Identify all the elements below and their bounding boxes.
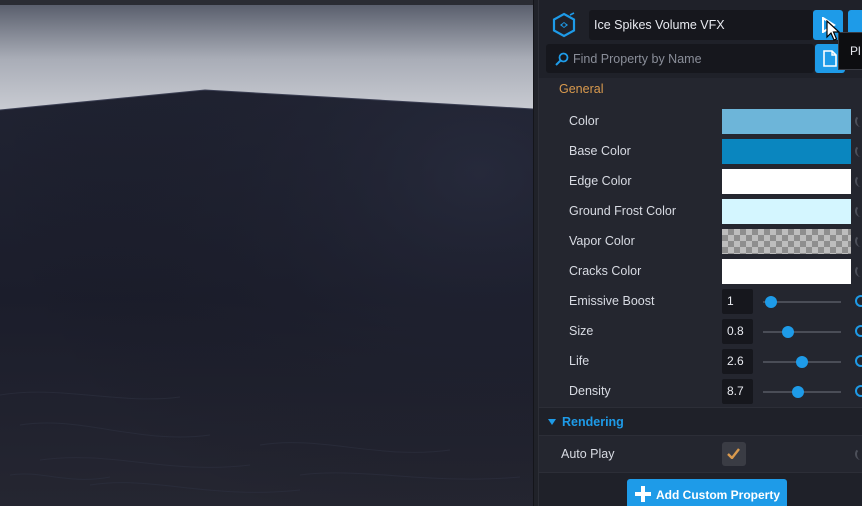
color-swatch-edge-color[interactable] [722, 169, 851, 194]
prop-label: Cracks Color [569, 264, 642, 278]
color-swatch-base-color[interactable] [722, 139, 851, 164]
section-general-label: General [559, 82, 604, 96]
slider-knob[interactable] [796, 356, 808, 368]
color-swatch-ground-frost-color[interactable] [722, 199, 851, 224]
properties-panel: Ice Spikes Volume VFX General Color [539, 0, 862, 506]
prop-label: Color [569, 114, 599, 128]
number-field-size[interactable]: 0.8 [722, 319, 753, 344]
prop-row-density: Density 8.7 [539, 376, 862, 406]
number-field-emissive-boost[interactable]: 1 [722, 289, 753, 314]
search-input[interactable] [573, 49, 808, 68]
section-rendering-label: Rendering [562, 415, 624, 429]
prop-label: Auto Play [561, 447, 615, 461]
prop-label: Ground Frost Color [569, 204, 676, 218]
prop-row-emissive-boost: Emissive Boost 1 [539, 286, 862, 316]
prop-row-auto-play: Auto Play [539, 440, 862, 468]
tooltip-text: Pl [850, 44, 861, 58]
slider-knob[interactable] [792, 386, 805, 398]
prop-row-vapor-color: Vapor Color [539, 226, 862, 256]
reset-icon[interactable] [855, 265, 862, 277]
reset-icon[interactable] [855, 355, 862, 367]
prop-label: Base Color [569, 144, 631, 158]
panel-footer: Add Custom Property [539, 472, 862, 506]
reset-icon[interactable] [855, 325, 862, 337]
section-general[interactable]: General [539, 78, 862, 100]
reset-icon[interactable] [855, 448, 862, 460]
color-swatch-color[interactable] [722, 109, 851, 134]
mouse-cursor-icon [826, 20, 840, 41]
color-swatch-vapor-color[interactable] [722, 229, 851, 254]
plus-icon [635, 486, 651, 502]
reset-icon[interactable] [855, 205, 862, 217]
slider-knob[interactable] [764, 296, 777, 308]
prop-row-cracks-color: Cracks Color [539, 256, 862, 286]
viewport-scene [0, 5, 533, 506]
prop-row-life: Life 2.6 [539, 346, 862, 376]
panel-header: Ice Spikes Volume VFX [539, 0, 862, 78]
play-tooltip: Pl [838, 32, 862, 70]
number-field-density[interactable]: 8.7 [722, 379, 753, 404]
slider-emissive-boost[interactable] [763, 296, 841, 308]
slider-knob[interactable] [781, 326, 794, 338]
reset-icon[interactable] [855, 145, 862, 157]
vfx-hex-icon [552, 12, 576, 38]
prop-label: Size [569, 324, 594, 338]
prop-label: Vapor Color [569, 234, 635, 248]
number-field-life[interactable]: 2.6 [722, 349, 753, 374]
reset-icon[interactable] [855, 235, 862, 247]
scene-viewport[interactable] [0, 0, 533, 506]
prop-row-size: Size 0.8 [539, 316, 862, 346]
search-icon [555, 52, 569, 66]
property-search[interactable] [546, 44, 814, 73]
prop-row-base-color: Base Color [539, 136, 862, 166]
object-name-field[interactable]: Ice Spikes Volume VFX [589, 10, 813, 40]
object-name: Ice Spikes Volume VFX [594, 18, 725, 32]
prop-label: Edge Color [569, 174, 632, 188]
prop-row-color: Color [539, 106, 862, 136]
slider-density[interactable] [763, 386, 841, 398]
auto-play-checkbox[interactable] [722, 442, 746, 466]
reset-icon[interactable] [855, 385, 862, 397]
slider-size[interactable] [763, 326, 841, 338]
prop-row-ground-frost-color: Ground Frost Color [539, 196, 862, 226]
add-custom-property-label: Add Custom Property [656, 488, 781, 502]
slider-life[interactable] [763, 356, 841, 368]
collapse-arrow-icon[interactable] [548, 419, 556, 425]
color-swatch-cracks-color[interactable] [722, 259, 851, 284]
section-rendering[interactable]: Rendering [539, 407, 862, 436]
reset-icon[interactable] [855, 115, 862, 127]
copy-icon [823, 50, 837, 67]
reset-icon[interactable] [855, 295, 862, 307]
prop-label: Density [569, 384, 611, 398]
reset-icon[interactable] [855, 175, 862, 187]
add-custom-property-button[interactable]: Add Custom Property [627, 479, 787, 506]
prop-label: Life [569, 354, 590, 368]
prop-label: Emissive Boost [569, 294, 655, 308]
checkmark-icon [727, 448, 740, 459]
prop-row-edge-color: Edge Color [539, 166, 862, 196]
